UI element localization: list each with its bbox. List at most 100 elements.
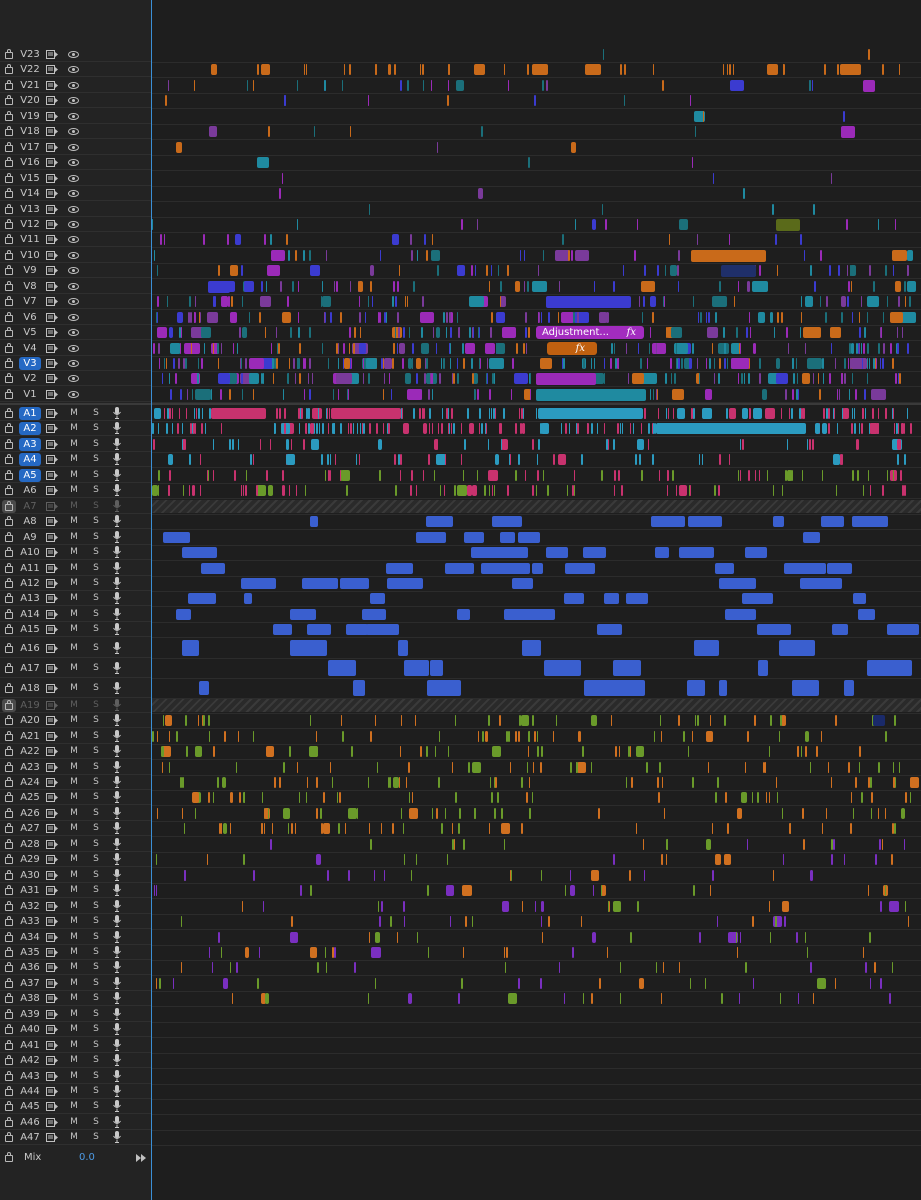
- audio-clip[interactable]: [655, 547, 669, 558]
- video-clip[interactable]: [675, 343, 676, 354]
- sync-lock-icon[interactable]: [46, 1010, 58, 1019]
- video-clip[interactable]: [575, 250, 589, 261]
- audio-clip[interactable]: [736, 932, 737, 943]
- video-clip[interactable]: [292, 281, 294, 292]
- video-clip[interactable]: [869, 358, 870, 369]
- video-clip[interactable]: [897, 343, 899, 354]
- audio-clip[interactable]: [522, 901, 523, 912]
- audio-clip[interactable]: [448, 408, 449, 419]
- audio-clip[interactable]: [667, 485, 668, 496]
- audio-clip[interactable]: [859, 746, 861, 757]
- audio-clip[interactable]: [828, 408, 830, 419]
- video-clip[interactable]: [432, 389, 433, 400]
- mute-button[interactable]: M: [69, 1008, 79, 1020]
- audio-clip[interactable]: [908, 916, 909, 927]
- video-clip[interactable]: [820, 250, 822, 261]
- video-clip[interactable]: [670, 358, 672, 369]
- audio-clip[interactable]: [154, 885, 155, 896]
- audio-clip[interactable]: [893, 470, 894, 481]
- audio-clip[interactable]: [521, 823, 523, 834]
- audio-clip[interactable]: [592, 932, 596, 943]
- audio-clip[interactable]: [395, 485, 397, 496]
- track-name[interactable]: A15: [19, 623, 41, 636]
- audio-clip[interactable]: [638, 746, 639, 757]
- audio-clip[interactable]: [444, 485, 445, 496]
- audio-clip[interactable]: [305, 485, 306, 496]
- video-clip[interactable]: [508, 80, 509, 91]
- audio-clip[interactable]: [745, 547, 767, 558]
- audio-clip[interactable]: [593, 885, 594, 896]
- audio-clip[interactable]: [532, 792, 533, 803]
- audio-clip[interactable]: [428, 454, 430, 465]
- audio-clip[interactable]: [780, 993, 781, 1004]
- microphone-icon[interactable]: [113, 1054, 121, 1066]
- video-clip[interactable]: [781, 312, 783, 323]
- audio-clip[interactable]: [892, 962, 893, 973]
- audio-clip[interactable]: [488, 715, 490, 726]
- video-clip[interactable]: [299, 373, 301, 384]
- audio-clip[interactable]: [327, 454, 329, 465]
- audio-clip[interactable]: [663, 962, 664, 973]
- video-clip[interactable]: [242, 327, 247, 338]
- audio-clip[interactable]: [673, 408, 674, 419]
- video-clip[interactable]: [536, 389, 646, 401]
- audio-clip[interactable]: [392, 823, 394, 834]
- audio-clip[interactable]: [827, 563, 852, 574]
- video-clip[interactable]: [730, 80, 744, 91]
- audio-clip[interactable]: [547, 485, 549, 496]
- sync-lock-icon[interactable]: [46, 1056, 58, 1065]
- audio-clip[interactable]: [253, 870, 255, 881]
- audio-clip[interactable]: [636, 823, 637, 834]
- mute-button[interactable]: M: [69, 1054, 79, 1066]
- video-clip[interactable]: [523, 343, 525, 354]
- audio-clip[interactable]: [859, 423, 860, 434]
- audio-clip[interactable]: [654, 731, 655, 742]
- video-clip[interactable]: [309, 327, 311, 338]
- audio-clip[interactable]: [229, 439, 231, 450]
- audio-clip[interactable]: [438, 777, 440, 788]
- solo-button[interactable]: S: [91, 1131, 101, 1143]
- lock-icon[interactable]: [5, 126, 13, 136]
- video-clip[interactable]: [852, 312, 853, 323]
- video-clip[interactable]: [160, 234, 162, 245]
- audio-clip[interactable]: [694, 640, 719, 656]
- video-clip[interactable]: [775, 234, 777, 245]
- sync-lock-icon[interactable]: [46, 763, 58, 772]
- lock-icon[interactable]: [5, 1024, 13, 1034]
- video-clip[interactable]: [217, 343, 219, 354]
- audio-clip[interactable]: [702, 454, 703, 465]
- audio-clip[interactable]: [279, 408, 281, 419]
- eye-icon[interactable]: [68, 360, 79, 367]
- audio-clip[interactable]: [479, 423, 480, 434]
- audio-clip[interactable]: [752, 916, 754, 927]
- video-clip[interactable]: [288, 250, 290, 261]
- audio-clip[interactable]: [776, 777, 777, 788]
- mute-button[interactable]: M: [69, 577, 79, 589]
- video-clip[interactable]: [338, 358, 339, 369]
- mute-button[interactable]: M: [69, 745, 79, 757]
- audio-clip[interactable]: [488, 439, 489, 450]
- video-clip[interactable]: [326, 250, 327, 261]
- video-clip[interactable]: [195, 389, 211, 400]
- audio-clip[interactable]: [390, 777, 391, 788]
- track-name[interactable]: A20: [19, 714, 41, 727]
- audio-clip[interactable]: [245, 947, 249, 958]
- audio-clip[interactable]: [182, 777, 184, 788]
- audio-clip[interactable]: [357, 808, 358, 819]
- sync-lock-icon[interactable]: [46, 963, 58, 972]
- audio-clip[interactable]: [719, 680, 727, 696]
- video-clip[interactable]: [253, 389, 254, 400]
- audio-clip[interactable]: [699, 932, 701, 943]
- lock-icon[interactable]: [5, 683, 13, 693]
- video-clip[interactable]: [577, 312, 579, 323]
- mute-button[interactable]: M: [69, 714, 79, 726]
- video-clip[interactable]: [402, 358, 404, 369]
- audio-clip[interactable]: [180, 777, 182, 788]
- mute-button[interactable]: M: [69, 900, 79, 912]
- audio-clip[interactable]: [412, 792, 413, 803]
- track-name[interactable]: A23: [19, 761, 41, 774]
- audio-clip[interactable]: [578, 731, 581, 742]
- video-clip[interactable]: [448, 80, 449, 91]
- audio-clip[interactable]: [809, 439, 811, 450]
- audio-clip[interactable]: [717, 916, 718, 927]
